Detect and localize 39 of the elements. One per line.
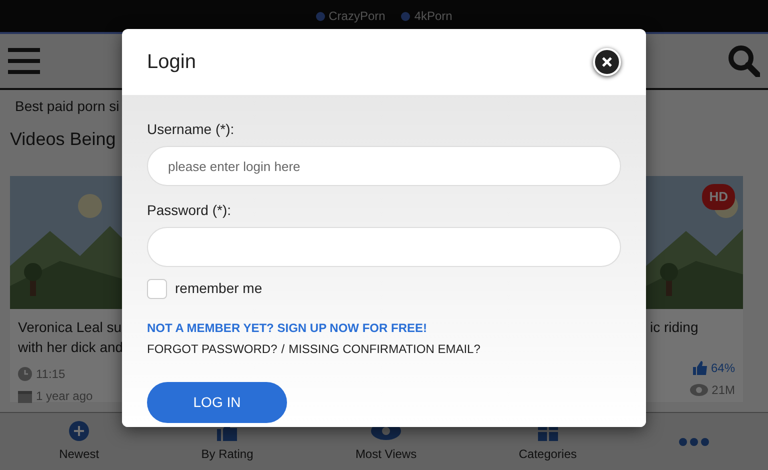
video-card[interactable]: HD ic riding 64% 21M	[646, 176, 743, 402]
login-button[interactable]: LOG IN	[147, 382, 287, 423]
section-title: Videos Being	[10, 128, 116, 150]
dialog-title: Login	[147, 50, 196, 75]
views-text: 21M	[712, 382, 735, 399]
nav-label[interactable]: Most Views	[355, 444, 417, 462]
nav-label[interactable]: By Rating	[201, 444, 254, 462]
site-link[interactable]: 4kPorn	[414, 7, 452, 25]
close-button[interactable]	[593, 48, 621, 76]
plus-icon[interactable]	[69, 420, 90, 440]
video-title[interactable]: ic riding	[646, 317, 743, 337]
tagline-text: Best paid porn si	[15, 97, 120, 116]
age-text: 1 year ago	[36, 388, 93, 405]
bullet-icon	[316, 12, 325, 20]
separator-text: /	[281, 341, 285, 358]
signup-link[interactable]: NOT A MEMBER YET? SIGN UP NOW FOR FREE!	[147, 319, 428, 337]
video-title[interactable]: Veronica Leal su with her dick and	[10, 317, 122, 357]
forgot-password-link[interactable]: FORGOT PASSWORD?	[147, 340, 278, 358]
missing-email-link[interactable]: MISSING CONFIRMATION EMAIL?	[288, 340, 480, 358]
calendar-icon	[18, 389, 32, 403]
duration-text: 11:15	[36, 366, 66, 383]
nav-label[interactable]: Categories	[518, 444, 577, 462]
eye-icon	[690, 383, 708, 397]
bullet-icon	[401, 12, 410, 20]
rating-text: 64%	[710, 360, 735, 377]
username-field[interactable]: please enter login here	[147, 146, 621, 186]
menu-icon[interactable]	[8, 47, 40, 75]
remember-label[interactable]: remember me	[175, 278, 262, 299]
nav-label[interactable]: Newest	[59, 444, 100, 462]
clock-icon	[18, 367, 32, 381]
remember-checkbox[interactable]	[147, 278, 167, 298]
password-field[interactable]	[147, 227, 621, 267]
video-card[interactable]: Veronica Leal su with her dick and 11:15 1 year ago	[10, 176, 122, 402]
username-label: Username (*):	[147, 120, 236, 139]
password-label: Password (*):	[147, 201, 232, 220]
site-link[interactable]: CrazyPorn	[328, 7, 386, 25]
close-icon	[602, 57, 612, 67]
thumbs-up-icon	[692, 361, 707, 375]
search-icon[interactable]	[728, 45, 760, 77]
